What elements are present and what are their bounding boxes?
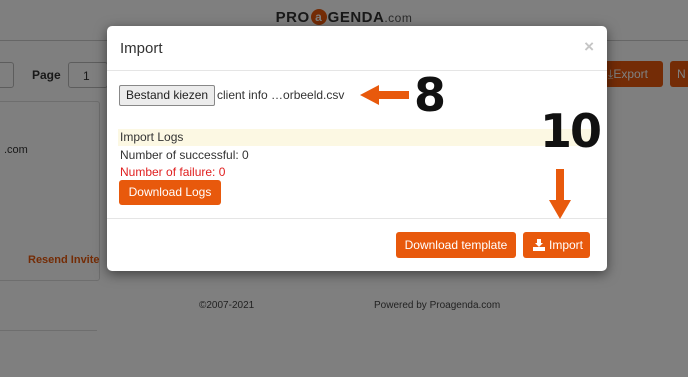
download-template-button[interactable]: Download template [396, 232, 516, 258]
modal-footer-divider [107, 218, 607, 219]
import-icon [533, 234, 545, 260]
failure-count: Number of failure: 0 [120, 165, 226, 179]
close-icon[interactable]: × [584, 37, 594, 57]
import-button[interactable]: Import [523, 232, 590, 258]
download-logs-button[interactable]: Download Logs [119, 180, 221, 205]
success-count: Number of successful: 0 [120, 148, 249, 162]
import-logs-title: Import Logs [120, 130, 184, 144]
selected-file-name: client info …orbeeld.csv [217, 88, 345, 102]
import-logs-band [118, 129, 593, 146]
modal-header: Import × [107, 26, 607, 71]
step-number-8: 8 [414, 68, 447, 122]
modal-title: Import [120, 40, 163, 57]
annotation-arrow-left-icon [360, 85, 409, 105]
import-modal: Import × Bestand kiezen client info …orb… [107, 26, 607, 271]
choose-file-button[interactable]: Bestand kiezen [119, 85, 216, 106]
step-number-10: 10 [540, 104, 602, 158]
annotation-arrow-down-icon [549, 169, 571, 219]
